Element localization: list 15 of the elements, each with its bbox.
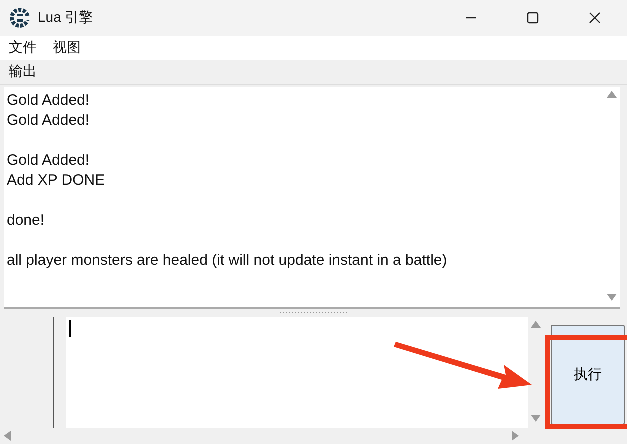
- window-title: Lua 引擎: [38, 9, 94, 27]
- output-line: all player monsters are healed (it will not update instant in a battle): [7, 250, 448, 271]
- output-line: Gold Added!: [7, 150, 91, 171]
- output-line: Add XP DONE: [7, 170, 106, 191]
- menu-item[interactable]: 文件: [9, 38, 37, 57]
- maximize-icon[interactable]: [527, 12, 539, 24]
- execute-button[interactable]: 执行: [551, 324, 625, 425]
- close-icon[interactable]: [589, 12, 601, 24]
- output-line: Gold Added!: [7, 110, 91, 131]
- menu-item[interactable]: 视图: [53, 38, 81, 57]
- gear-letter-icon: [10, 8, 30, 28]
- code-editor[interactable]: [66, 316, 528, 428]
- output-line: Gold Added!: [7, 90, 91, 111]
- section-label: 输出: [9, 62, 37, 81]
- output-line: done!: [7, 210, 46, 231]
